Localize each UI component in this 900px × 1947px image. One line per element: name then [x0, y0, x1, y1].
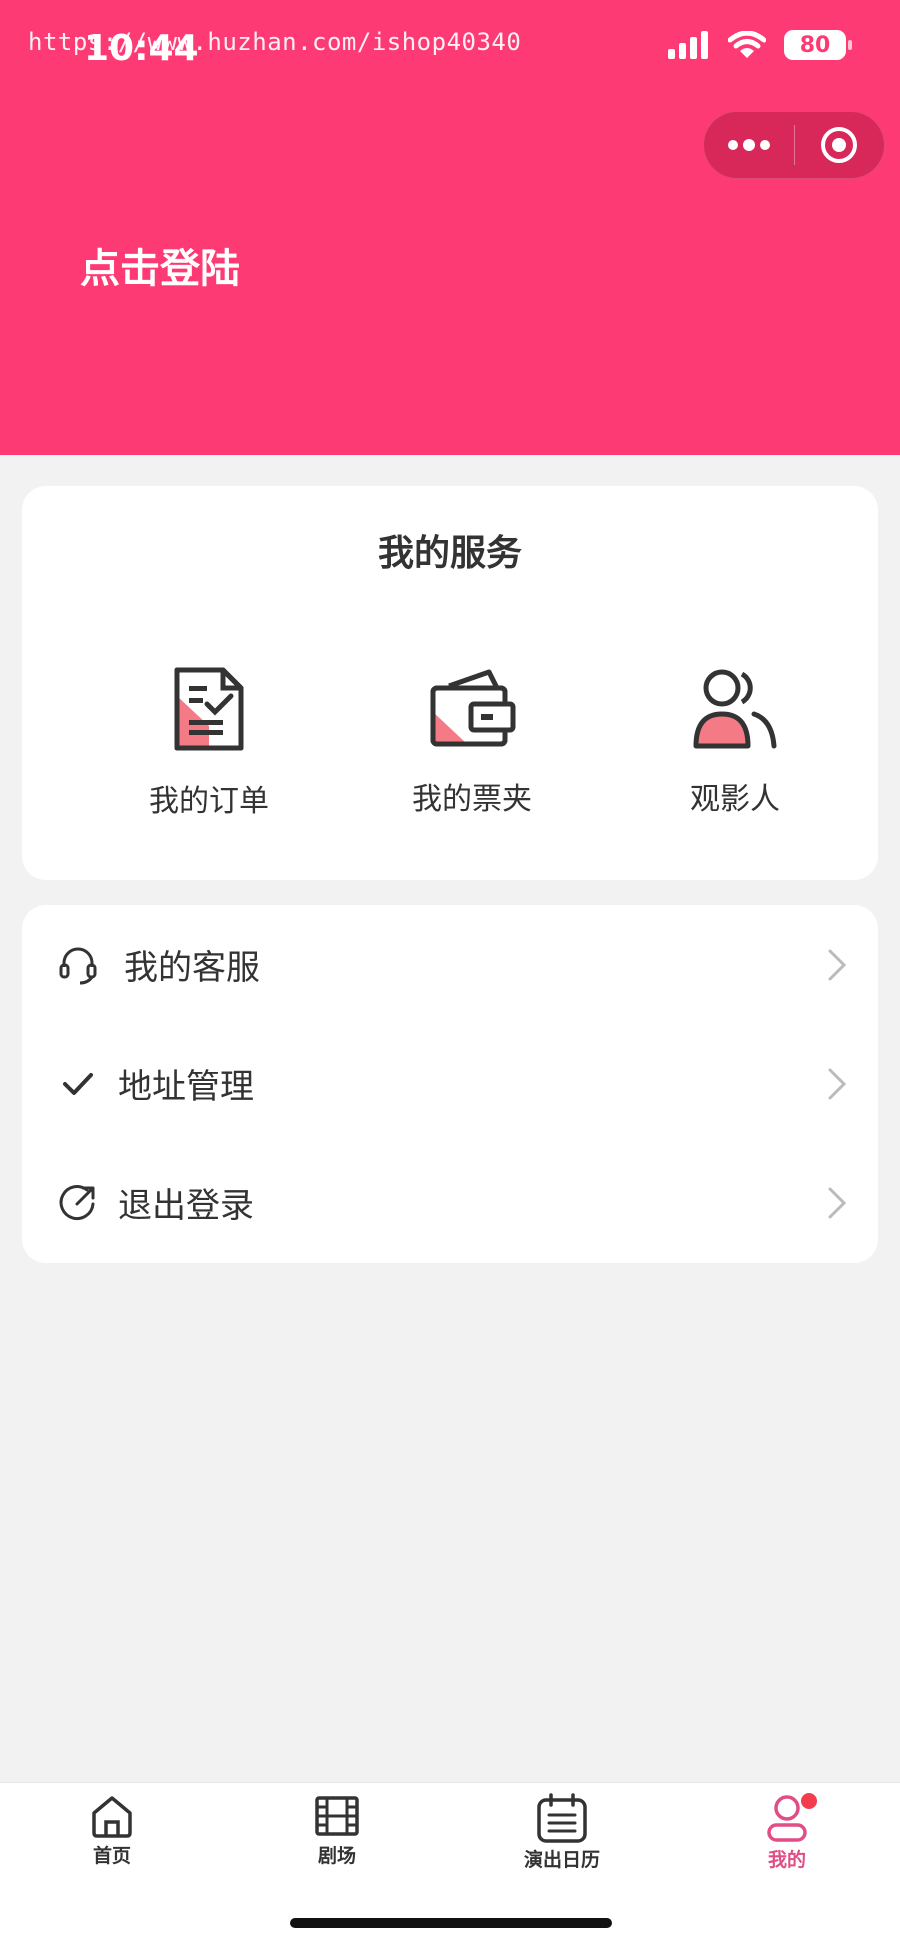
mini-program-capsule: [703, 111, 885, 179]
home-indicator[interactable]: [290, 1918, 612, 1928]
chevron-right-icon: [828, 949, 847, 980]
tab-theater[interactable]: 剧场: [257, 1793, 417, 1868]
wifi-icon: [728, 31, 766, 58]
profile-header: 10:44 https://www.huzhan.com/ishop40340 …: [0, 0, 900, 455]
check-icon: [58, 1064, 98, 1104]
tab-label: 首页: [92, 1845, 131, 1867]
menu-item-label: 我的客服: [124, 948, 260, 988]
tab-mine[interactable]: 我的: [707, 1793, 867, 1872]
service-my-orders[interactable]: 我的订单: [99, 666, 319, 820]
login-prompt[interactable]: 点击登陆: [80, 236, 240, 294]
cellular-signal-icon: [668, 31, 708, 59]
tab-label: 演出日历: [523, 1849, 600, 1871]
tab-home[interactable]: 首页: [32, 1793, 192, 1868]
menu-item-customer-service[interactable]: 我的客服: [22, 905, 878, 1024]
viewers-people-icon: [693, 669, 777, 749]
battery-indicator: 80: [784, 30, 852, 60]
watermark-url: https://www.huzhan.com/ishop40340: [28, 28, 522, 56]
chevron-right-icon: [828, 1187, 847, 1218]
menu-item-label: 退出登录: [118, 1186, 254, 1226]
tab-show-calendar[interactable]: 演出日历: [482, 1793, 642, 1872]
my-services-card: 我的服务 我的订单 我的票夹 观影人: [22, 486, 878, 880]
ticket-wallet-icon: [430, 669, 516, 747]
more-dots-icon: [727, 139, 770, 151]
headset-icon: [58, 945, 98, 985]
service-label: 观影人: [690, 782, 780, 817]
calendar-icon: [537, 1793, 587, 1843]
service-ticket-wallet[interactable]: 我的票夹: [362, 666, 582, 818]
menu-item-label: 地址管理: [118, 1067, 254, 1107]
service-viewers[interactable]: 观影人: [625, 666, 845, 818]
notification-dot: [801, 1793, 817, 1809]
tab-label: 剧场: [317, 1845, 356, 1867]
services-title: 我的服务: [377, 533, 522, 574]
menu-item-address-management[interactable]: 地址管理: [22, 1024, 878, 1143]
service-label: 我的票夹: [412, 782, 532, 817]
status-indicators: 80: [668, 30, 852, 60]
logout-icon: [58, 1183, 98, 1223]
more-options-button[interactable]: [704, 112, 794, 178]
target-close-icon: [821, 127, 858, 163]
order-document-icon: [174, 667, 244, 751]
menu-item-logout[interactable]: 退出登录: [22, 1143, 878, 1262]
settings-menu-card: 我的客服 地址管理 退出登录: [22, 905, 878, 1263]
close-mini-program-button[interactable]: [795, 112, 885, 178]
home-icon: [92, 1796, 132, 1838]
battery-level: 80: [799, 32, 831, 58]
chevron-right-icon: [828, 1068, 847, 1099]
film-icon: [315, 1796, 359, 1836]
service-label: 我的订单: [149, 784, 269, 819]
tab-label: 我的: [767, 1849, 806, 1871]
